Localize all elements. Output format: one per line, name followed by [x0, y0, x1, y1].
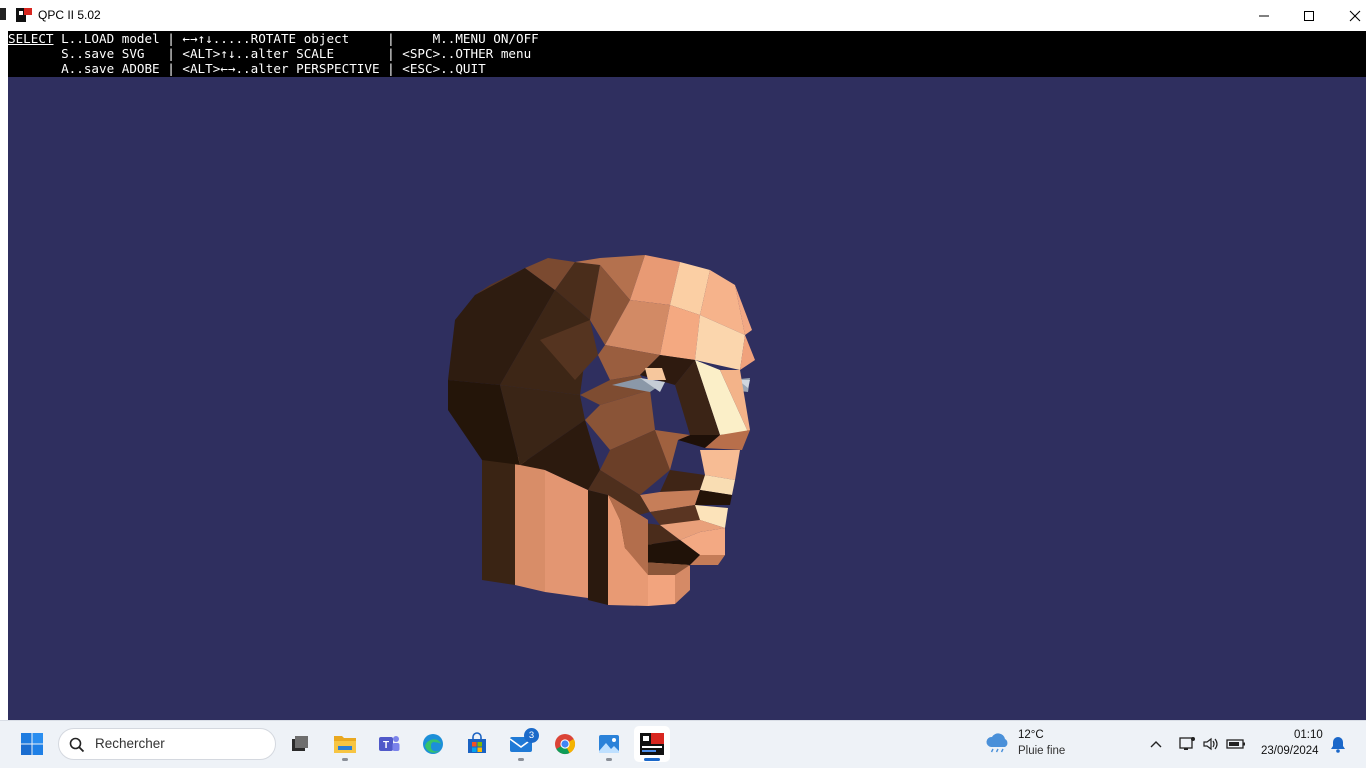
file-explorer-button[interactable]	[327, 726, 363, 762]
clock-date[interactable]: 23/09/2024	[1261, 745, 1319, 757]
close-button[interactable]	[1332, 0, 1366, 31]
svg-text:T: T	[383, 740, 389, 751]
chrome-button[interactable]	[547, 726, 583, 762]
start-button[interactable]	[14, 726, 50, 762]
battery-button[interactable]	[1226, 734, 1246, 754]
volume-icon	[1203, 737, 1218, 751]
task-view-button[interactable]	[282, 726, 318, 762]
maximize-icon	[1304, 10, 1314, 21]
start-icon	[21, 733, 43, 755]
taskbar-search[interactable]: Rechercher	[58, 728, 276, 760]
weather-cloud-icon[interactable]	[984, 731, 1012, 755]
chrome-icon	[555, 734, 576, 755]
minimize-button[interactable]	[1241, 0, 1287, 31]
qpc-taskbar-button[interactable]	[634, 726, 670, 762]
mail-button[interactable]: 3	[503, 726, 539, 762]
menu-line-1-text: L..LOAD model | ←→↑↓.....ROTATE object |…	[53, 31, 539, 46]
maximize-button[interactable]	[1286, 0, 1332, 31]
store-icon	[468, 732, 486, 753]
mail-badge: 3	[524, 728, 539, 743]
photos-button[interactable]	[591, 726, 627, 762]
background-window-edge	[0, 8, 6, 20]
bell-icon	[1331, 737, 1345, 753]
select-label: SELECT	[8, 31, 54, 46]
minimize-icon	[1259, 15, 1269, 16]
weather-description[interactable]: Pluie fine	[1018, 745, 1065, 757]
network-button[interactable]	[1177, 734, 1197, 754]
teams-button[interactable]: T	[371, 726, 407, 762]
photos-icon	[599, 735, 619, 753]
file-explorer-icon	[334, 736, 356, 753]
clock-time[interactable]: 01:10	[1294, 729, 1323, 741]
search-placeholder: Rechercher	[95, 736, 165, 751]
teams-icon: T	[379, 736, 400, 751]
notifications-button[interactable]	[1328, 734, 1348, 754]
show-hidden-icons-button[interactable]	[1146, 734, 1166, 754]
qpc-app-icon	[16, 8, 32, 22]
chevron-up-icon	[1150, 741, 1162, 748]
emulator-screen[interactable]: SELECT L..LOAD model | ←→↑↓.....ROTATE o…	[8, 31, 1366, 720]
edge-icon	[423, 734, 443, 754]
3d-head-model	[448, 255, 755, 606]
search-icon	[69, 737, 85, 753]
menu-line-3: A..save ADOBE | <ALT>←→..alter PERSPECTI…	[8, 61, 486, 76]
title-bar: QPC II 5.02	[0, 0, 1366, 31]
edge-button[interactable]	[415, 726, 451, 762]
network-icon	[1179, 737, 1195, 750]
volume-button[interactable]	[1201, 734, 1221, 754]
command-menu: SELECT L..LOAD model | ←→↑↓.....ROTATE o…	[8, 31, 1366, 77]
menu-line-1: SELECT L..LOAD model | ←→↑↓.....ROTATE o…	[8, 31, 539, 46]
task-view-icon	[292, 736, 308, 751]
menu-line-2: S..save SVG | <ALT>↑↓..alter SCALE | <SP…	[8, 46, 532, 61]
weather-temperature[interactable]: 12°C	[1018, 729, 1044, 741]
close-icon	[1349, 10, 1361, 21]
battery-icon	[1226, 739, 1245, 749]
store-button[interactable]	[459, 726, 495, 762]
window-title: QPC II 5.02	[38, 8, 101, 22]
qpc-icon	[640, 733, 664, 755]
